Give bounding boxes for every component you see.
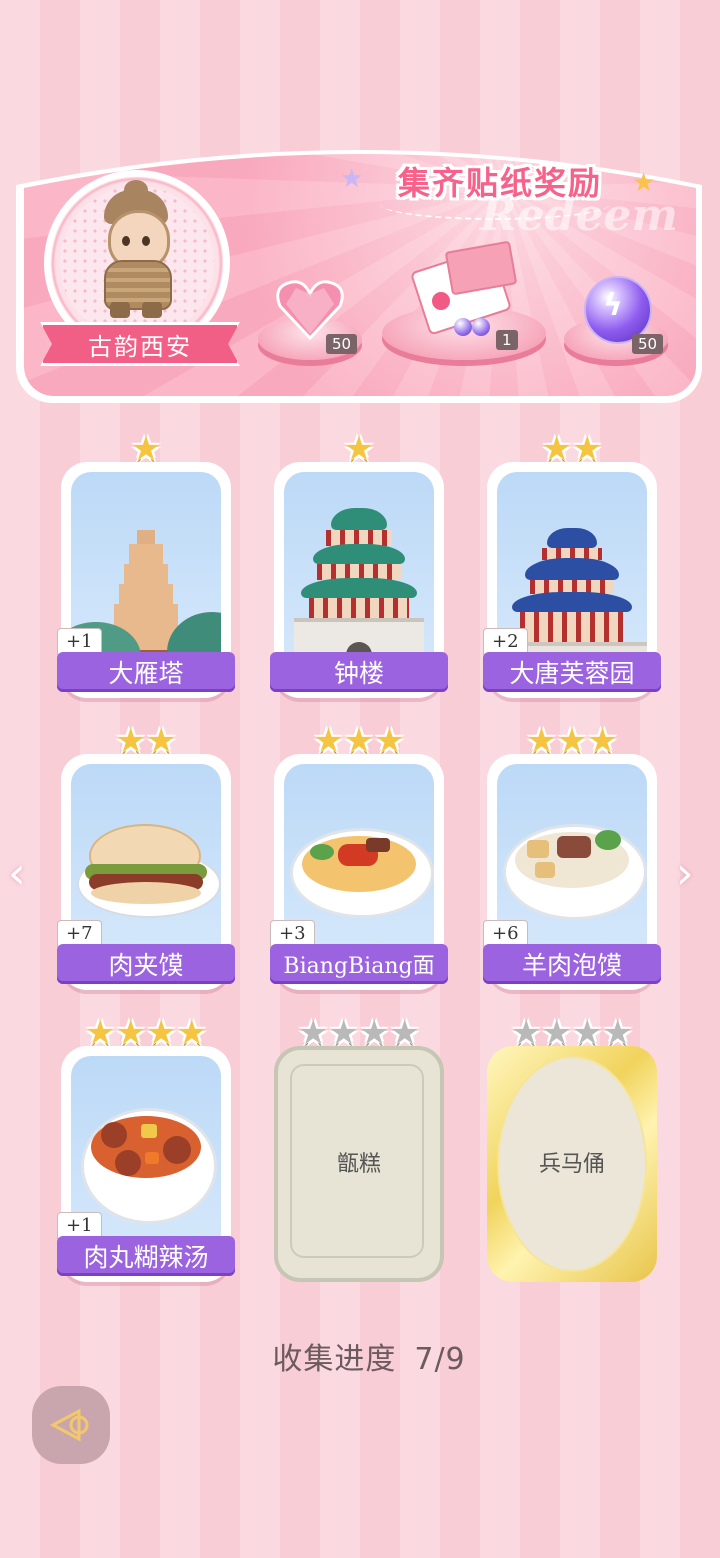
card-label: BiangBiang面: [270, 944, 448, 984]
star-icon: ★: [115, 721, 146, 761]
duplicate-count: +1: [57, 628, 102, 655]
empty-star-icon: ★: [602, 1013, 633, 1053]
duplicate-count: +3: [270, 920, 315, 947]
empty-star-icon: ★: [359, 1013, 390, 1053]
duplicate-count: +2: [483, 628, 528, 655]
empty-star-icon: ★: [511, 1013, 542, 1053]
locked-card-name: 甑糕: [336, 1152, 381, 1177]
star-rating: ★ ★: [61, 724, 231, 758]
star-rating: ★ ★ ★ ★: [487, 1016, 657, 1050]
star-rating: ★ ★ ★: [487, 724, 657, 758]
sticker-card-zhonglou[interactable]: ★ 钟楼: [270, 432, 448, 698]
sticker-card-datangfurongyuan[interactable]: ★ ★ +2 大唐芙蓉园: [483, 432, 661, 698]
back-arrow-icon: [49, 1408, 89, 1442]
sticker-card-bingmayong-locked[interactable]: ★ ★ ★ ★ 兵马俑: [487, 1016, 657, 1282]
star-icon: ★: [146, 1013, 177, 1053]
duplicate-count: +7: [57, 920, 102, 947]
star-rating: ★: [274, 432, 444, 466]
reward-count: 1: [496, 330, 518, 350]
sticker-card-roujiamo[interactable]: ★ ★ +7 肉夹馍: [57, 724, 235, 990]
gift-gem: [454, 318, 472, 336]
star-icon: ★: [146, 721, 177, 761]
star-icon: ★: [115, 1013, 146, 1053]
gift-ribbon-dot: [430, 290, 452, 312]
star-icon: ★: [572, 429, 603, 469]
star-rating: ★ ★: [487, 432, 657, 466]
card-label: 大唐芙蓉园: [483, 652, 661, 692]
empty-star-icon: ★: [298, 1013, 329, 1053]
pink-heart-gem-icon[interactable]: [276, 278, 344, 340]
empty-star-icon: ★: [541, 1013, 572, 1053]
star-icon: ★: [176, 1013, 207, 1053]
sticker-card-rouwanhulatang[interactable]: ★ ★ ★ ★ +1 肉丸糊辣汤: [57, 1016, 235, 1282]
warrior-leg: [142, 302, 162, 318]
lightning-bolt-icon: ϟ: [603, 288, 623, 323]
star-icon: ★: [587, 721, 618, 761]
star-icon: ★: [313, 721, 344, 761]
star-icon: ★: [541, 429, 572, 469]
card-label: 钟楼: [270, 652, 448, 692]
star-icon: ★: [85, 1013, 116, 1053]
back-button[interactable]: [32, 1386, 110, 1464]
progress-label: 收集进度: [272, 1342, 397, 1377]
star-icon: ★: [556, 721, 588, 761]
star-rating: ★ ★ ★ ★: [61, 1016, 231, 1050]
warrior-leg: [110, 302, 130, 318]
card-label: 大雁塔: [57, 652, 235, 692]
city-name: 古韵西安: [88, 332, 192, 361]
card-label: 羊肉泡馍: [483, 944, 661, 984]
reward-count: 50: [632, 334, 664, 354]
star-rating: ★ ★ ★: [274, 724, 444, 758]
star-rating: ★: [61, 432, 231, 466]
empty-star-icon: ★: [328, 1013, 359, 1053]
warrior-eye: [122, 236, 130, 246]
collection-progress: 收集进度 7/9: [0, 1334, 720, 1378]
duplicate-count: +6: [483, 920, 528, 947]
progress-value: 7/9: [414, 1342, 466, 1377]
card-label: 肉夹馍: [57, 944, 235, 984]
star-icon: ★: [526, 721, 557, 761]
sticker-card-biangbiangmian[interactable]: ★ ★ ★ +3 BiangBiang面: [270, 724, 448, 990]
sticker-card-dayanta[interactable]: ★ +1 大雁塔: [57, 432, 235, 698]
empty-star-icon: ★: [389, 1013, 420, 1053]
star-icon: ★: [374, 721, 405, 761]
duplicate-count: +1: [57, 1212, 102, 1239]
star-icon: ★: [343, 721, 375, 761]
locked-card-name: 兵马俑: [538, 1152, 605, 1177]
star-icon: ★: [130, 429, 162, 469]
card-label: 肉丸糊辣汤: [57, 1236, 235, 1276]
star-icon: ★: [343, 429, 375, 469]
reward-count: 50: [326, 334, 358, 354]
gift-gem: [472, 318, 490, 336]
warrior-eye: [142, 236, 150, 246]
star-rating: ★ ★ ★ ★: [274, 1016, 444, 1050]
sticker-card-yangroupaomo[interactable]: ★ ★ ★ +6 羊肉泡馍: [483, 724, 661, 990]
sticker-card-zenggao-locked[interactable]: ★ ★ ★ ★ 甑糕: [274, 1016, 444, 1282]
reward-title: 集齐贴纸奖励: [397, 164, 602, 202]
next-page-arrow-icon[interactable]: ›: [676, 848, 694, 899]
empty-star-icon: ★: [572, 1013, 603, 1053]
prev-page-arrow-icon[interactable]: ‹: [8, 848, 26, 899]
